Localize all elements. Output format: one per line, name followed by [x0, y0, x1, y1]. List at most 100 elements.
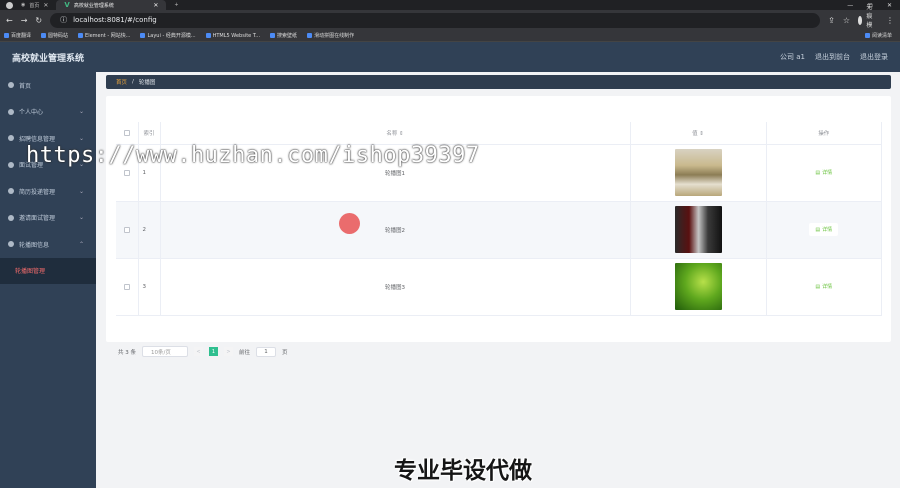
sidebar-item-home[interactable]: 首页 — [0, 72, 96, 99]
tab-favicon-icon: ◉ — [21, 2, 26, 8]
breadcrumb-home[interactable]: 首页 — [116, 78, 127, 86]
bookmark-label: Layui - 经典开源模... — [147, 33, 196, 39]
home-icon — [8, 82, 14, 89]
minimize-icon[interactable]: — — [847, 2, 853, 9]
main-content: 首页 / 轮播图 索引 名称 ⇕ 值 ⇕ 操作 1 轮播图1 ▤ 详情 2 轮播… — [96, 72, 900, 488]
header-links: 公司 a1 退出到前台 退出登录 — [780, 52, 888, 62]
select-all-checkbox[interactable] — [123, 129, 130, 136]
more-menu-icon[interactable]: ⋮ — [886, 16, 894, 25]
vue-favicon-icon: V — [64, 1, 70, 9]
page-unit-label: 页 — [282, 349, 288, 356]
current-user-label: 公司 a1 — [780, 53, 805, 61]
pagination: 共 3 条 10条/页 < 1 > 前往 1 页 — [118, 346, 288, 357]
close-window-icon[interactable]: ✕ — [887, 2, 892, 9]
breadcrumb: 首页 / 轮播图 — [106, 75, 891, 89]
bookmark-item[interactable]: Element - 网站快... — [78, 32, 130, 39]
bookmark-label: 滑动拼图在线制作 — [314, 33, 355, 39]
tab-close-icon[interactable]: ✕ — [153, 2, 158, 9]
bookmark-icon — [140, 33, 146, 38]
mouse-cursor-highlight — [339, 213, 360, 234]
browser-tab-bar: ◉ 首页 ✕ V 高校就业管理系统 ✕ + — ▢ ✕ — [0, 0, 900, 10]
reading-list-label: 阅读清单 — [871, 33, 892, 39]
to-frontend-link[interactable]: 退出到前台 — [815, 52, 850, 62]
bookmark-label: Element - 网站快... — [85, 33, 131, 39]
share-icon[interactable]: ⇪ — [828, 16, 835, 25]
bookmark-item[interactable]: HTML5 Website T... — [205, 32, 261, 39]
row-select-cell — [116, 201, 139, 259]
page-size-value: 10条/页 — [151, 349, 171, 356]
table-card: 索引 名称 ⇕ 值 ⇕ 操作 1 轮播图1 ▤ 详情 2 轮播图2 ▤ 详情 3… — [106, 96, 891, 357]
select-all-cell — [116, 122, 139, 145]
logout-link[interactable]: 退出登录 — [860, 52, 888, 62]
row-checkbox[interactable] — [123, 283, 130, 290]
bookmark-icon — [78, 33, 84, 38]
reload-icon[interactable]: ↻ — [35, 16, 42, 25]
bookmark-icon — [41, 33, 47, 38]
row-image-cell — [630, 201, 767, 259]
forward-icon[interactable]: → — [21, 16, 28, 25]
sidebar-item-personal[interactable]: 个人中心 ⌄ — [0, 99, 96, 126]
document-icon — [8, 214, 14, 221]
page-size-select[interactable]: 10条/页 — [142, 346, 188, 357]
sidebar-item-label: 简历投递管理 — [19, 188, 56, 196]
row-checkbox[interactable] — [123, 226, 130, 233]
index-header: 索引 — [138, 122, 161, 145]
carousel-image-thumbnail[interactable] — [674, 149, 722, 196]
detail-icon: ▤ — [815, 169, 821, 176]
next-page-button[interactable]: > — [224, 347, 233, 356]
video-caption: 专业毕设代做 — [394, 458, 532, 484]
detail-button[interactable]: ▤ 详情 — [809, 166, 839, 179]
bookmark-item[interactable]: 搜索壁纸 — [270, 32, 297, 39]
row-index: 3 — [138, 258, 161, 316]
sidebar-item-resume[interactable]: 简历投递管理 ⌄ — [0, 178, 96, 205]
detail-label: 详情 — [822, 170, 833, 176]
prev-page-button[interactable]: < — [194, 347, 203, 356]
user-icon — [8, 108, 14, 115]
reading-list-icon — [864, 33, 870, 38]
info-icon[interactable]: ⓘ — [60, 15, 67, 25]
sidebar-item-carousel[interactable]: 轮播图信息 ⌃ — [0, 231, 96, 258]
row-actions: ▤ 详情 — [766, 144, 882, 202]
carousel-image-thumbnail[interactable] — [674, 263, 722, 310]
row-checkbox[interactable] — [123, 169, 130, 176]
clock-icon — [8, 161, 14, 168]
new-tab-icon[interactable]: + — [166, 0, 186, 10]
bookmark-item[interactable]: Layui - 经典开源模... — [140, 32, 196, 39]
detail-label: 详情 — [822, 284, 833, 290]
chevron-down-icon: ⌄ — [78, 214, 84, 222]
browser-menu-icon[interactable] — [6, 1, 13, 9]
page-1-button[interactable]: 1 — [209, 347, 218, 356]
sidebar-item-invite[interactable]: 邀请面试管理 ⌄ — [0, 205, 96, 232]
browser-tab-1[interactable]: ◉ 首页 ✕ — [13, 0, 56, 10]
detail-label: 详情 — [822, 227, 833, 233]
bookmark-label: HTML5 Website T... — [212, 32, 261, 39]
back-icon[interactable]: ← — [6, 16, 13, 25]
table-row: 2 轮播图2 ▤ 详情 — [116, 201, 882, 259]
bookmark-item[interactable]: 圆特码站 — [41, 32, 68, 39]
bookmark-icon — [4, 33, 9, 38]
name-header[interactable]: 名称 ⇕ — [160, 122, 631, 145]
value-header[interactable]: 值 ⇕ — [630, 122, 767, 145]
star-icon[interactable]: ☆ — [843, 16, 850, 25]
goto-page-input[interactable]: 1 — [256, 346, 277, 357]
row-actions: ▤ 详情 — [766, 201, 882, 259]
sidebar-subitem-carousel-manage[interactable]: 轮播图管理 — [0, 257, 96, 284]
detail-icon: ▤ — [815, 283, 821, 290]
browser-tab-2[interactable]: V 高校就业管理系统 ✕ — [56, 0, 167, 10]
bookmark-item[interactable]: 百度翻译 — [4, 32, 31, 39]
sidebar: 首页 个人中心 ⌄ 招聘信息管理 ⌄ 面试管理 ⌄ 简历投递管理 ⌄ 邀请面试管理 ⌄ 轮… — [0, 72, 96, 488]
detail-button[interactable]: ▤ 详情 — [809, 223, 839, 236]
tab-close-icon[interactable]: ✕ — [43, 2, 48, 9]
bookmark-item[interactable]: 滑动拼图在线制作 — [307, 32, 354, 39]
bookmark-label: 百度翻译 — [11, 33, 32, 39]
bookmark-icon — [270, 33, 276, 38]
table-row: 3 轮播图3 ▤ 详情 — [116, 258, 882, 316]
app-header: 高校就业管理系统 公司 a1 退出到前台 退出登录 — [0, 42, 900, 72]
url-field[interactable]: ⓘ localhost:8081/#/config — [50, 12, 821, 28]
chevron-up-icon: ⌃ — [78, 240, 84, 248]
detail-button[interactable]: ▤ 详情 — [809, 280, 839, 293]
reading-list[interactable]: 阅读清单 — [864, 32, 892, 39]
sidebar-item-label: 个人中心 — [19, 109, 44, 117]
carousel-image-thumbnail[interactable] — [674, 206, 722, 253]
sidebar-item-label: 首页 — [19, 82, 32, 90]
